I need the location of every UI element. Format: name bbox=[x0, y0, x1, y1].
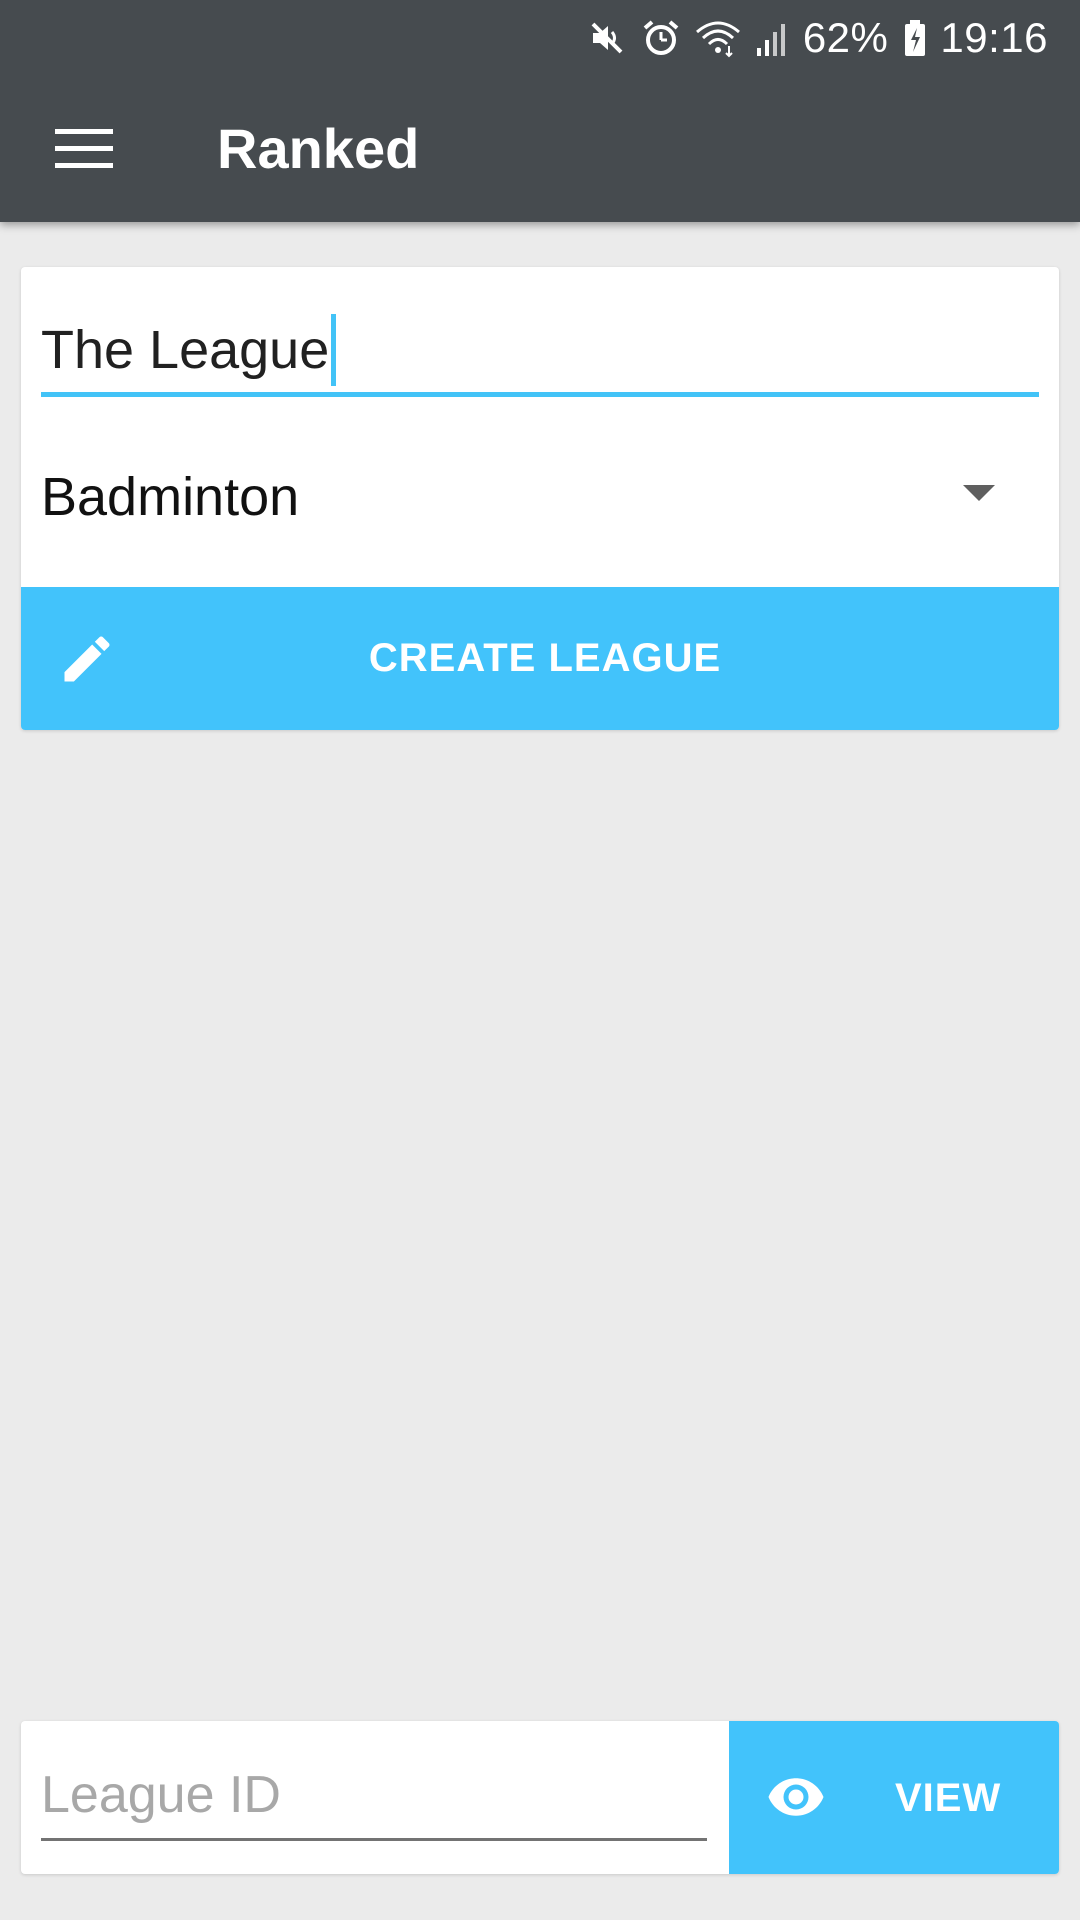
app-bar: 62% 19:16 Ranked bbox=[0, 0, 1080, 222]
sport-selected-value: Badminton bbox=[41, 467, 300, 527]
alarm-icon bbox=[641, 16, 681, 60]
page-title: Ranked bbox=[217, 117, 420, 180]
status-bar: 62% 19:16 bbox=[0, 0, 1080, 75]
battery-icon bbox=[902, 16, 928, 60]
league-name-value: The League bbox=[41, 319, 330, 380]
sport-dropdown[interactable]: Badminton bbox=[41, 447, 1039, 547]
mute-icon bbox=[587, 16, 627, 60]
eye-icon bbox=[768, 1778, 824, 1816]
text-cursor bbox=[331, 313, 337, 386]
league-id-input[interactable] bbox=[41, 1764, 707, 1825]
signal-icon bbox=[755, 16, 791, 60]
league-name-field[interactable]: The League bbox=[41, 307, 1039, 397]
create-league-button[interactable]: CREATE LEAGUE bbox=[21, 587, 1059, 730]
status-time: 19:16 bbox=[940, 13, 1048, 61]
league-id-field bbox=[41, 1751, 707, 1841]
pencil-icon bbox=[64, 636, 110, 682]
create-league-label: CREATE LEAGUE bbox=[368, 636, 722, 680]
menu-button[interactable] bbox=[40, 111, 128, 187]
wifi-icon bbox=[695, 16, 741, 60]
view-league-card: VIEW bbox=[21, 1721, 1059, 1874]
toolbar: Ranked bbox=[0, 75, 1080, 222]
battery-percent: 62% bbox=[802, 13, 889, 61]
hamburger-menu-icon bbox=[55, 129, 113, 168]
dropdown-arrow-icon bbox=[963, 485, 995, 501]
view-label: VIEW bbox=[895, 1776, 1002, 1820]
create-league-card: The League Badminton CREATE LEAGUE bbox=[21, 267, 1059, 730]
view-button[interactable]: VIEW bbox=[729, 1721, 1059, 1874]
